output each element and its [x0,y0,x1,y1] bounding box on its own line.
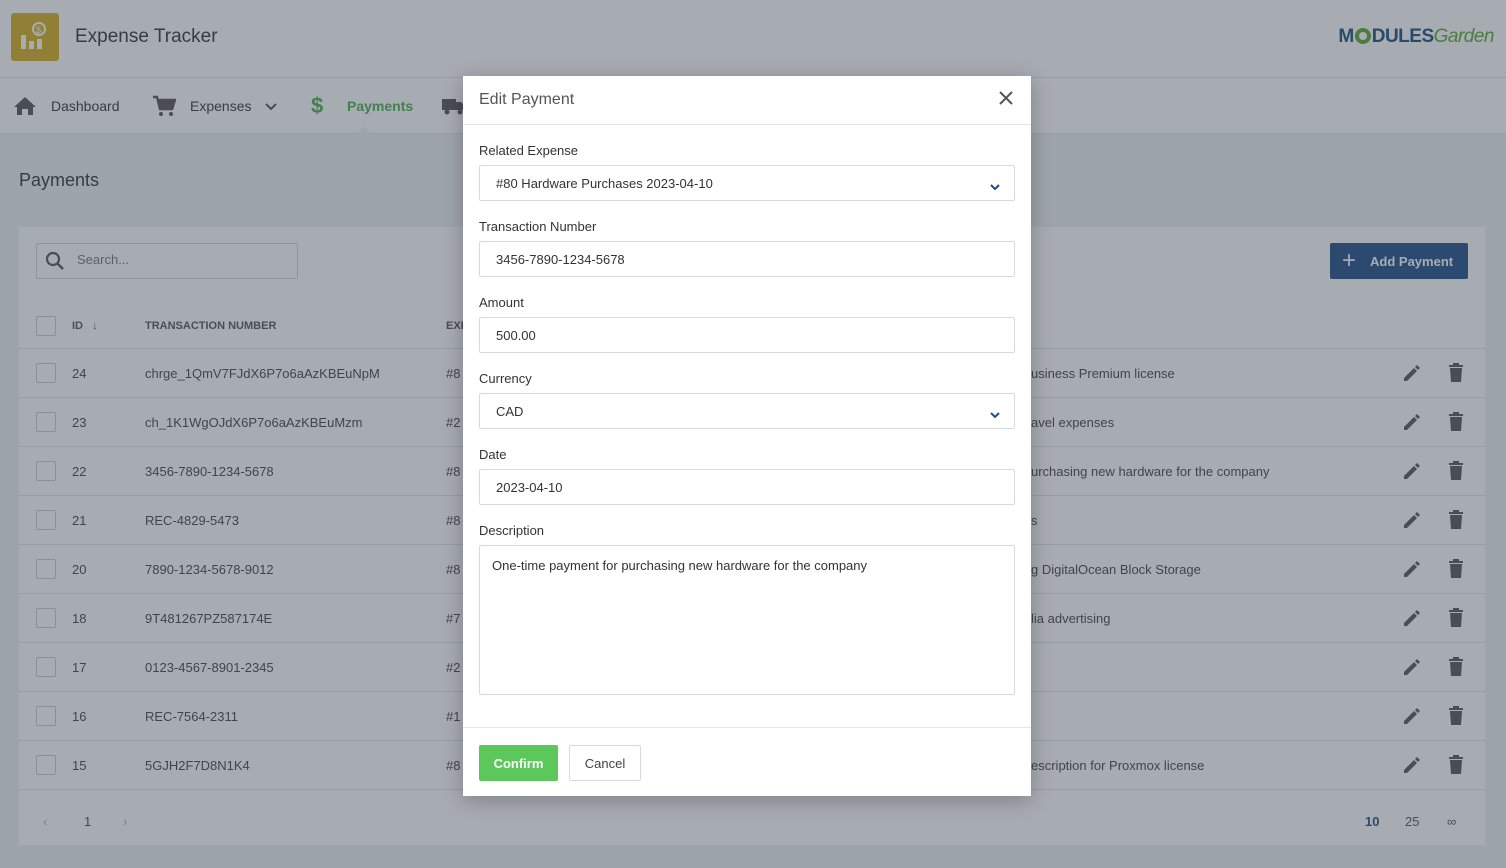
description-value: One-time payment for purchasing new hard… [492,558,868,573]
date-label: Date [479,447,507,462]
modal-footer: Confirm Cancel [463,727,1031,796]
modal-header: Edit Payment [463,76,1031,125]
amount-value: 500.00 [496,328,536,343]
cancel-button[interactable]: Cancel [569,745,641,781]
date-input[interactable]: 2023-04-10 [479,469,1015,505]
close-icon[interactable] [999,91,1013,110]
amount-input[interactable]: 500.00 [479,317,1015,353]
currency-value: CAD [496,404,524,419]
transaction-number-input[interactable]: 3456-7890-1234-5678 [479,241,1015,277]
edit-payment-modal: Edit Payment Related Expense #80 Hardwar… [463,76,1031,796]
date-value: 2023-04-10 [496,480,563,495]
confirm-button[interactable]: Confirm [479,745,558,781]
modal-title: Edit Payment [479,91,575,108]
related-expense-select[interactable]: #80 Hardware Purchases 2023-04-10 [479,165,1015,201]
description-textarea[interactable]: One-time payment for purchasing new hard… [479,545,1015,695]
transaction-number-value: 3456-7890-1234-5678 [496,252,625,267]
related-expense-value: #80 Hardware Purchases 2023-04-10 [496,176,713,191]
description-label: Description [479,523,545,538]
amount-label: Amount [479,295,524,310]
related-expense-label: Related Expense [479,143,579,158]
transaction-number-label: Transaction Number [479,219,597,234]
chevron-down-icon [990,407,1000,422]
chevron-down-icon [990,179,1000,194]
currency-label: Currency [479,371,532,386]
currency-select[interactable]: CAD [479,393,1015,429]
